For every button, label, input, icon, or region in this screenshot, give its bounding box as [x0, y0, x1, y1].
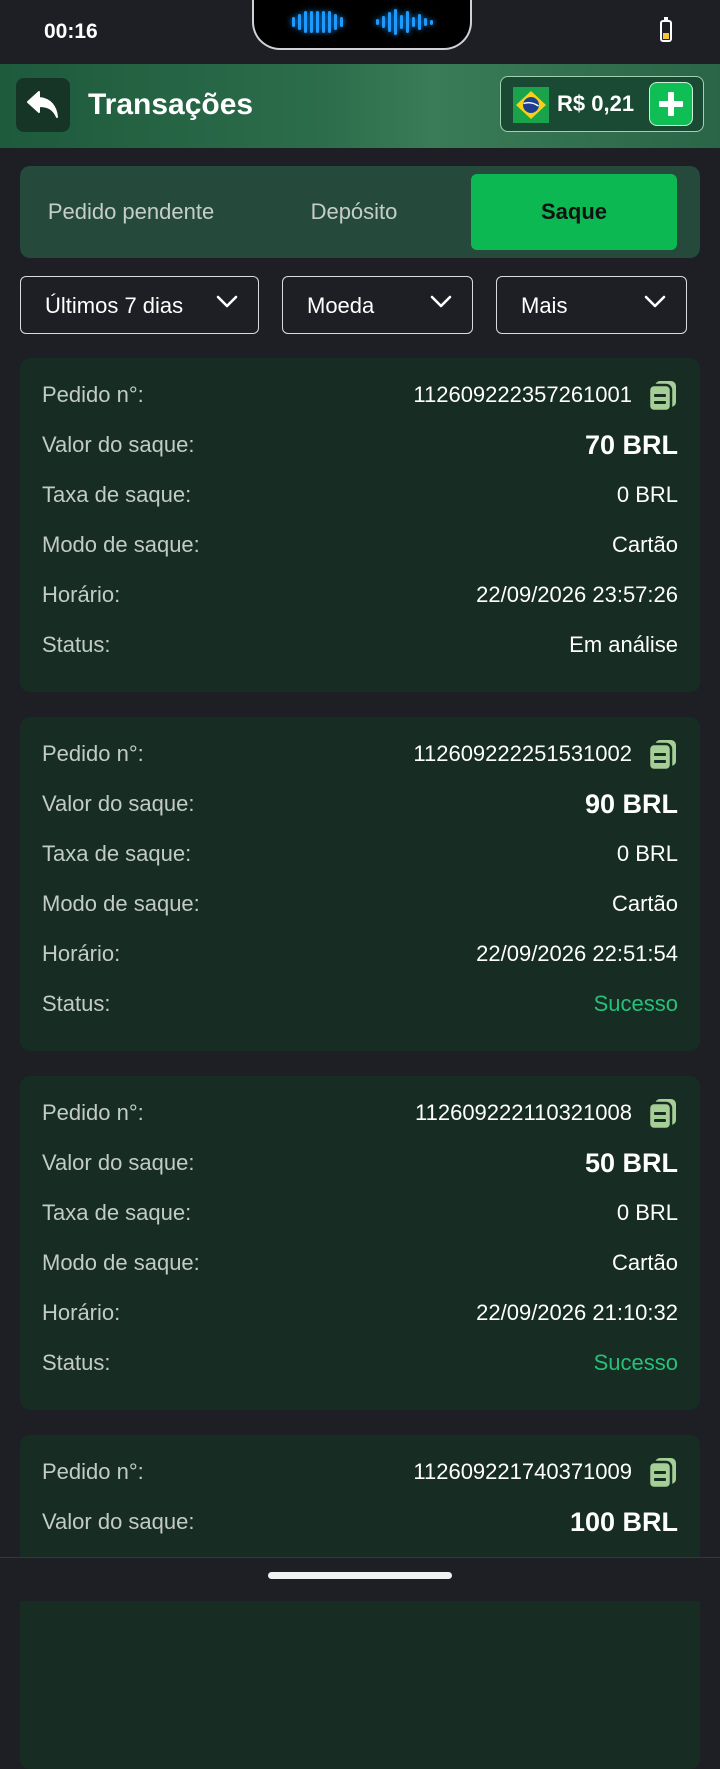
status-time: 00:16 — [44, 20, 98, 43]
fee-label: Taxa de saque: — [42, 841, 192, 866]
back-button[interactable] — [16, 78, 70, 132]
order-label: Pedido n°: — [42, 382, 144, 407]
tab-withdrawal[interactable]: Saque — [471, 174, 677, 250]
mode-value: Cartão — [611, 891, 678, 916]
fee-value: 0 BRL — [616, 841, 678, 866]
fee-row: Taxa de saque: 0 BRL — [42, 1198, 678, 1232]
amount-row: Valor do saque: 100 BRL — [42, 1507, 678, 1541]
time-row: Horário: 22/09/2026 21:10:32 — [42, 1298, 678, 1332]
mode-label: Modo de saque: — [42, 1250, 200, 1275]
status-row: Status: Sucesso — [42, 989, 678, 1023]
brazil-flag-icon — [513, 87, 549, 123]
fee-value: 0 BRL — [616, 482, 678, 507]
copy-icon[interactable] — [648, 1098, 678, 1130]
order-row: Pedido n°: 112609222357261001 — [42, 380, 678, 414]
amount-row: Valor do saque: 70 BRL — [42, 430, 678, 464]
status-label: Status: — [42, 991, 111, 1016]
time-row: Horário: 22/09/2026 22:51:54 — [42, 939, 678, 973]
order-row: Pedido n°: 112609221740371009 — [42, 1457, 678, 1491]
fee-row: Taxa de saque: 0 BRL — [42, 839, 678, 873]
transaction-tabs: Pedido pendente Depósito Saque — [20, 166, 700, 258]
order-number: 112609222110321008 — [415, 1100, 632, 1125]
dynamic-island — [252, 0, 472, 50]
order-label: Pedido n°: — [42, 1100, 144, 1125]
status-value: Em análise — [569, 632, 678, 657]
period-filter-label: Últimos 7 dias — [45, 293, 184, 318]
period-filter[interactable]: Últimos 7 dias — [20, 276, 259, 334]
more-filter-label: Mais — [521, 293, 568, 318]
currency-filter-label: Moeda — [307, 293, 375, 318]
time-value: 22/09/2026 21:10:32 — [476, 1300, 678, 1325]
copy-icon[interactable] — [648, 380, 678, 412]
amount-value: 90 BRL — [584, 789, 678, 819]
home-indicator[interactable] — [268, 1572, 452, 1579]
plus-icon — [659, 92, 683, 116]
order-row: Pedido n°: 112609222251531002 — [42, 739, 678, 773]
audio-wave-icon — [292, 10, 343, 34]
time-label: Horário: — [42, 582, 121, 607]
tab-deposit[interactable]: Depósito — [252, 174, 456, 250]
mode-label: Modo de saque: — [42, 532, 200, 557]
transaction-card: Pedido n°: 112609222110321008 Valor do s… — [20, 1076, 700, 1410]
time-label: Horário: — [42, 1300, 121, 1325]
amount-value: 100 BRL — [569, 1507, 678, 1537]
balance-value: R$ 0,21 — [557, 91, 635, 116]
time-value: 22/09/2026 22:51:54 — [476, 941, 678, 966]
time-row: Horário: 22/09/2026 23:57:26 — [42, 580, 678, 614]
order-number: 112609221740371009 — [413, 1459, 632, 1484]
add-funds-button[interactable] — [649, 82, 693, 126]
status-label: Status: — [42, 1350, 111, 1375]
battery-icon — [660, 17, 672, 42]
mode-row: Modo de saque: Cartão — [42, 889, 678, 923]
amount-row: Valor do saque: 90 BRL — [42, 789, 678, 823]
amount-value: 70 BRL — [584, 430, 678, 460]
chevron-down-icon — [644, 295, 666, 308]
back-arrow-icon — [27, 91, 58, 118]
tab-pending-order[interactable]: Pedido pendente — [24, 174, 238, 250]
fee-value: 0 BRL — [616, 1200, 678, 1225]
mode-value: Cartão — [611, 532, 678, 557]
mode-row: Modo de saque: Cartão — [42, 1248, 678, 1282]
copy-icon[interactable] — [648, 739, 678, 771]
fee-row: Taxa de saque: 0 BRL — [42, 480, 678, 514]
amount-label: Valor do saque: — [42, 791, 195, 816]
audio-wave-icon — [376, 9, 433, 35]
mode-label: Modo de saque: — [42, 891, 200, 916]
amount-value: 50 BRL — [584, 1148, 678, 1178]
time-label: Horário: — [42, 941, 121, 966]
amount-label: Valor do saque: — [42, 1509, 195, 1534]
transaction-card: Pedido n°: 112609222357261001 Valor do s… — [20, 358, 700, 692]
fee-label: Taxa de saque: — [42, 482, 192, 507]
balance-widget[interactable]: R$ 0,21 — [500, 76, 704, 132]
amount-label: Valor do saque: — [42, 1150, 195, 1175]
time-value: 22/09/2026 23:57:26 — [476, 582, 678, 607]
order-number: 112609222357261001 — [413, 382, 632, 407]
page-title: Transações — [88, 88, 254, 121]
app-header: Transações R$ 0,21 — [0, 64, 720, 148]
currency-filter[interactable]: Moeda — [282, 276, 473, 334]
copy-icon[interactable] — [648, 1457, 678, 1489]
status-row: Status: Em análise — [42, 630, 678, 664]
system-nav-bar — [0, 1557, 720, 1601]
more-filter[interactable]: Mais — [496, 276, 687, 334]
order-number: 112609222251531002 — [413, 741, 632, 766]
mode-value: Cartão — [611, 1250, 678, 1275]
fee-label: Taxa de saque: — [42, 1200, 192, 1225]
chevron-down-icon — [216, 295, 238, 308]
transaction-card: Pedido n°: 112609221740371009 Valor do s… — [20, 1435, 700, 1769]
status-value: Sucesso — [593, 991, 678, 1016]
order-label: Pedido n°: — [42, 1459, 144, 1484]
status-bar: 00:16 — [0, 0, 720, 64]
order-label: Pedido n°: — [42, 741, 144, 766]
amount-label: Valor do saque: — [42, 432, 195, 457]
order-row: Pedido n°: 112609222110321008 — [42, 1098, 678, 1132]
status-label: Status: — [42, 632, 111, 657]
amount-row: Valor do saque: 50 BRL — [42, 1148, 678, 1182]
status-row: Status: Sucesso — [42, 1348, 678, 1382]
mode-row: Modo de saque: Cartão — [42, 530, 678, 564]
status-value: Sucesso — [593, 1350, 678, 1375]
chevron-down-icon — [430, 295, 452, 308]
transaction-card: Pedido n°: 112609222251531002 Valor do s… — [20, 717, 700, 1051]
